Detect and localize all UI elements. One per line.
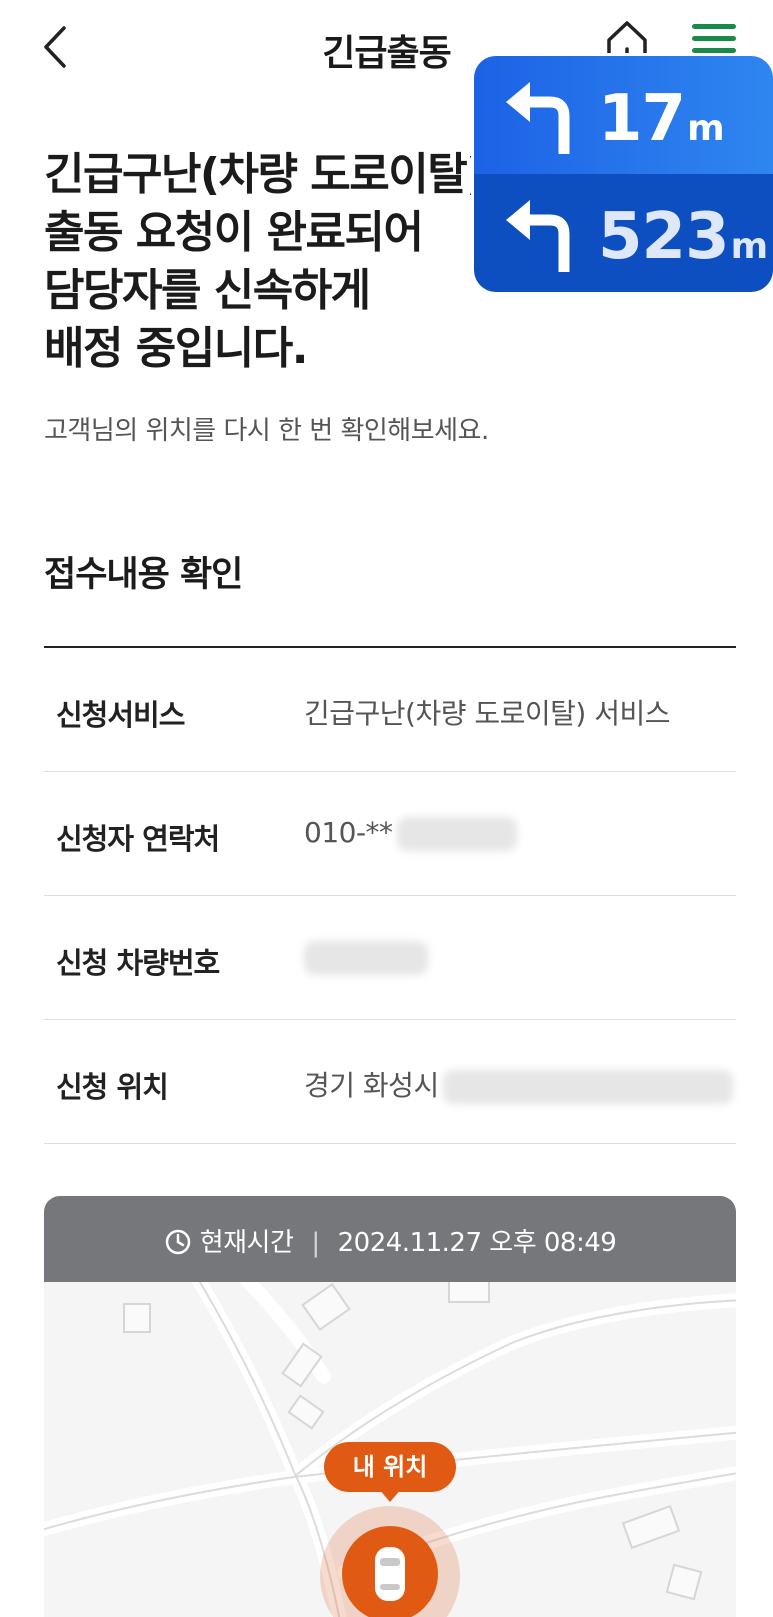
redacted-address [442,1070,733,1104]
row-value-contact: 010-** [304,816,517,851]
headline: 긴급구난(차량 도로이탈) 출동 요청이 완료되어 담당자를 신속하게 배정 중… [44,146,504,378]
navigation-overlay[interactable]: 17m 523m [474,56,773,292]
table-row: 신청 차량번호 [44,896,736,1020]
headline-line: 배정 중입니다. [44,323,308,374]
current-time-value: 2024.11.27 오후 08:49 [337,1228,617,1258]
row-value-service: 긴급구난(차량 도로이탈) 서비스 [304,697,671,730]
time-separator: | [311,1228,320,1258]
redacted-contact [396,817,517,851]
current-time-bar: 현재시간 | 2024.11.27 오후 08:49 [44,1196,736,1282]
nav-distance-unit: m [687,108,725,149]
contact-visible-part: 010-** [304,816,393,849]
current-time-text: 현재시간 | 2024.11.27 오후 08:49 [44,1222,736,1259]
row-label-service: 신청서비스 [56,698,185,732]
nav-distance-unit: m [730,226,769,267]
headline-line: 담당자를 신속하게 [44,265,371,316]
row-label-location: 신청 위치 [56,1070,169,1104]
subtext: 고객님의 위치를 다시 한 번 확인해보세요. [44,416,489,446]
current-time-label: 현재시간 [199,1228,294,1258]
map-card[interactable]: 현재시간 | 2024.11.27 오후 08:49 내 위치 [44,1196,736,1617]
my-location-label-tail [378,1488,402,1502]
nav-distance: 17m [598,82,725,156]
section-title: 접수내용 확인 [44,555,243,595]
headline-line: 출동 요청이 완료되어 [44,207,424,258]
nav-distance-value: 17 [598,82,686,156]
row-value-vehicle [304,940,428,975]
row-label-contact: 신청자 연락처 [56,822,220,856]
nav-distance: 523m [598,200,769,274]
row-label-vehicle: 신청 차량번호 [56,946,220,980]
turn-left-arrow-icon [506,82,570,154]
nav-turn-following: 523m [474,174,773,292]
location-visible-part: 경기 화성시 [304,1069,439,1102]
table-row: 신청서비스 긴급구난(차량 도로이탈) 서비스 [44,648,736,772]
row-value-location: 경기 화성시 [304,1064,733,1104]
my-location-label: 내 위치 [324,1442,456,1492]
headline-line: 긴급구난(차량 도로이탈) [44,149,486,200]
my-location-pin[interactable] [342,1526,438,1617]
car-icon [375,1547,405,1601]
nav-turn-next: 17m [474,56,773,174]
clock-icon [165,1229,190,1255]
request-info-table: 신청서비스 긴급구난(차량 도로이탈) 서비스 신청자 연락처 010-** 신… [44,646,736,1144]
table-row: 신청자 연락처 010-** [44,772,736,896]
nav-distance-value: 523 [598,200,730,274]
redacted-vehicle-number [304,941,428,975]
turn-left-arrow-icon [506,200,570,272]
table-row: 신청 위치 경기 화성시 [44,1020,736,1144]
